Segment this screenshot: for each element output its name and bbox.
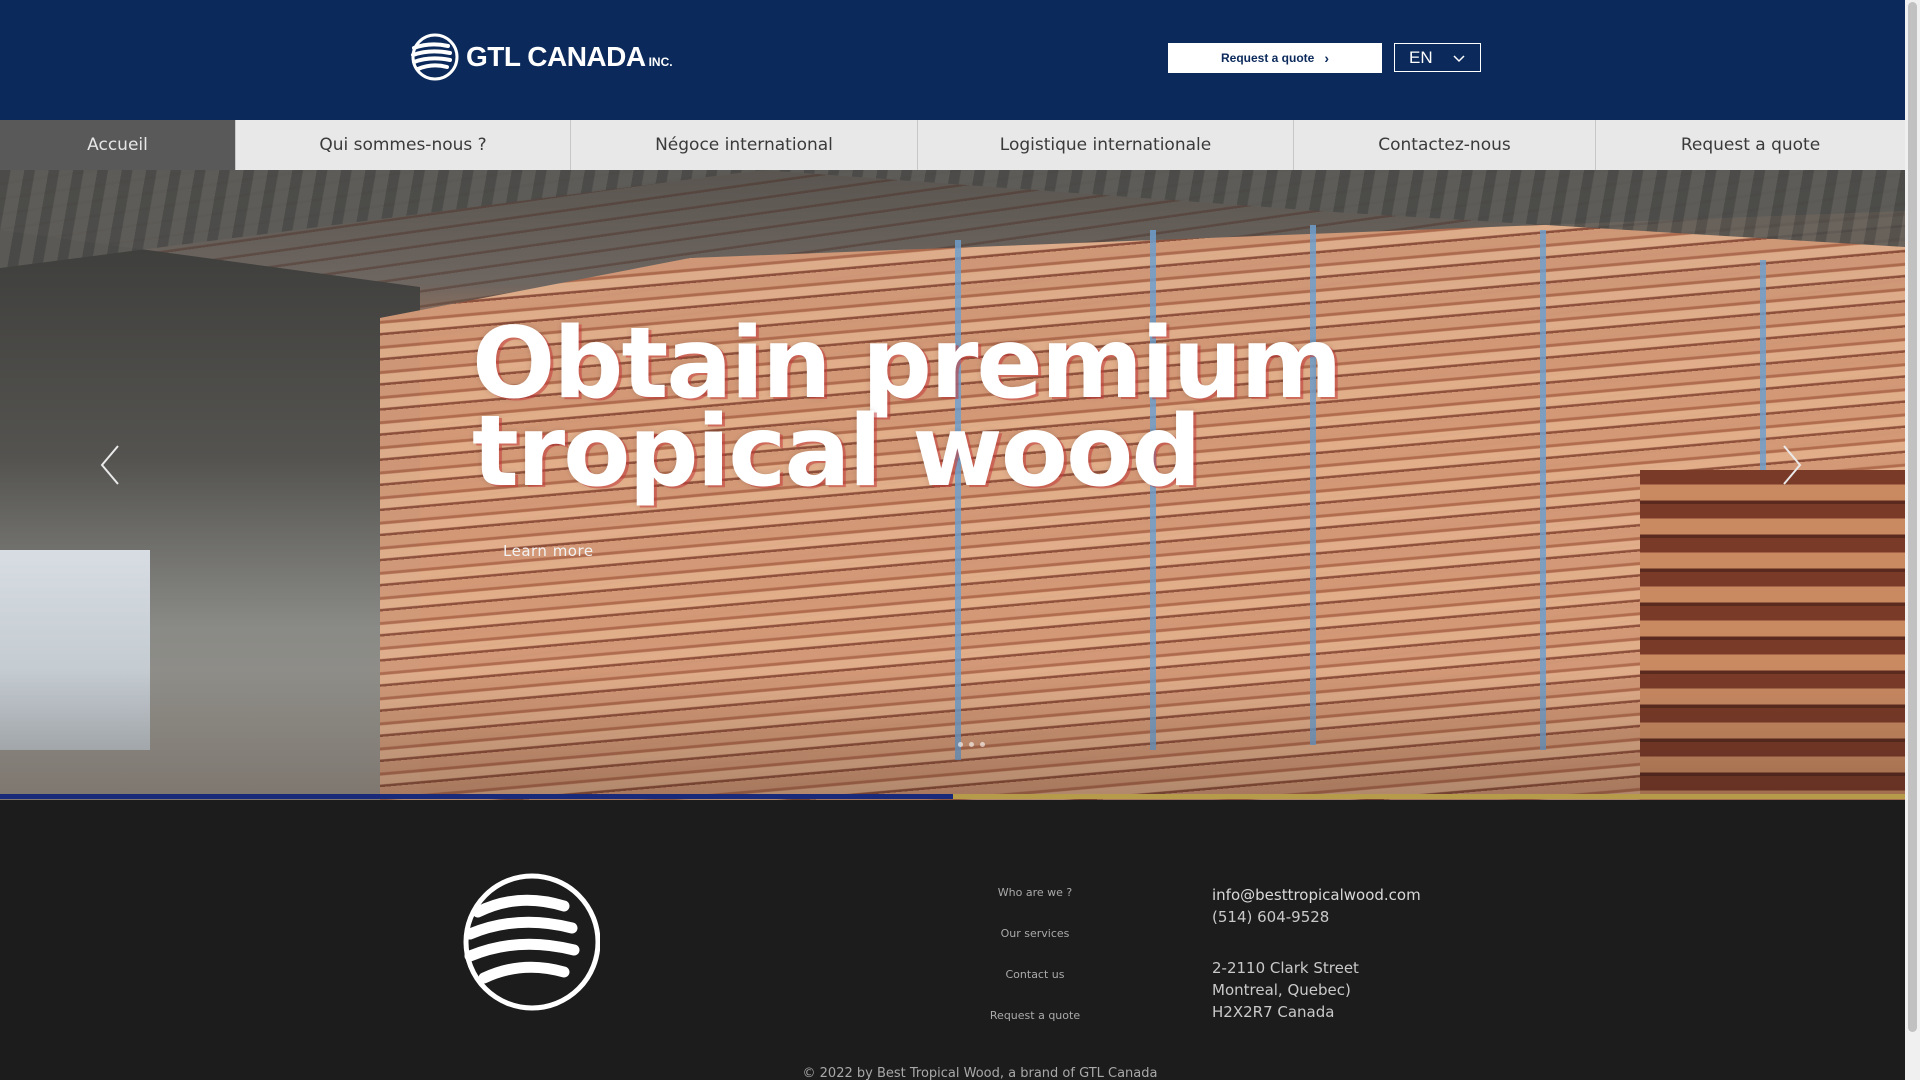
slide-dot[interactable] <box>969 742 974 747</box>
request-quote-button[interactable]: Request a quote › <box>1168 43 1382 73</box>
nav-item-contactez-nous[interactable]: Contactez-nous <box>1294 120 1596 170</box>
slide-dots <box>958 742 985 747</box>
chevron-right-icon <box>1783 445 1802 485</box>
contact-address-line-1: 2-2110 Clark Street <box>1212 959 1359 977</box>
slide-progress-bar <box>0 794 1905 799</box>
copyright-text: © 2022 by Best Tropical Wood, a brand of… <box>802 1066 1158 1080</box>
page-scrollbar[interactable] <box>1905 0 1920 1080</box>
chevron-left-icon <box>100 445 119 485</box>
nav-item-request-quote[interactable]: Request a quote <box>1596 120 1905 170</box>
brand-name: GTL CANADA <box>466 41 646 72</box>
language-selector[interactable]: EN <box>1394 43 1481 72</box>
scrollbar-thumb[interactable] <box>1908 2 1917 1032</box>
globe-logo-icon <box>463 873 600 1011</box>
footer-link-our-services[interactable]: Our services <box>940 927 1130 968</box>
contact-email[interactable]: info@besttropicalwood.com <box>1212 884 1421 906</box>
slide-progress-fill <box>0 794 953 799</box>
hero-slideshow: Obtain premium tropical wood Learn more <box>0 170 1905 800</box>
brand-logo[interactable]: GTL CANADA INC. <box>410 32 673 82</box>
footer-link-request-quote[interactable]: Request a quote <box>940 1009 1130 1050</box>
chevron-right-icon: › <box>1324 50 1330 66</box>
hero-background-floor <box>0 670 1905 800</box>
contact-address-line-2: Montreal, Quebec) <box>1212 981 1351 999</box>
brand-suffix: INC. <box>648 55 673 69</box>
nav-item-accueil[interactable]: Accueil <box>0 120 236 170</box>
footer-link-contact-us[interactable]: Contact us <box>940 968 1130 1009</box>
footer-link-who-are-we[interactable]: Who are we ? <box>940 886 1130 927</box>
slide-prev-button[interactable] <box>94 440 124 490</box>
footer-nav: Who are we ? Our services Contact us Req… <box>940 886 1130 1050</box>
chevron-down-icon <box>1453 54 1465 62</box>
slide-dot[interactable] <box>980 742 985 747</box>
contact-address-line-3: H2X2R7 Canada <box>1212 1003 1335 1021</box>
slide-next-button[interactable] <box>1778 440 1808 490</box>
learn-more-link[interactable]: Learn more <box>503 542 594 560</box>
nav-item-qui-sommes-nous[interactable]: Qui sommes-nous ? <box>236 120 571 170</box>
request-quote-label: Request a quote <box>1220 51 1315 65</box>
hero-title: Obtain premium tropical wood <box>472 315 1342 509</box>
site-header: GTL CANADA INC. Request a quote › EN <box>0 0 1905 120</box>
hero-title-line-2: tropical wood <box>472 395 1202 509</box>
slide-dot[interactable] <box>958 742 963 747</box>
footer-contact: info@besttropicalwood.com (514) 604-9528… <box>1212 884 1421 1023</box>
globe-logo-icon <box>411 33 459 81</box>
main-nav: Accueil Qui sommes-nous ? Négoce interna… <box>0 120 1905 170</box>
contact-phone: (514) 604-9528 <box>1212 908 1330 926</box>
nav-item-negoce-international[interactable]: Négoce international <box>571 120 918 170</box>
language-value: EN <box>1409 47 1433 67</box>
nav-item-logistique-internationale[interactable]: Logistique internationale <box>918 120 1294 170</box>
